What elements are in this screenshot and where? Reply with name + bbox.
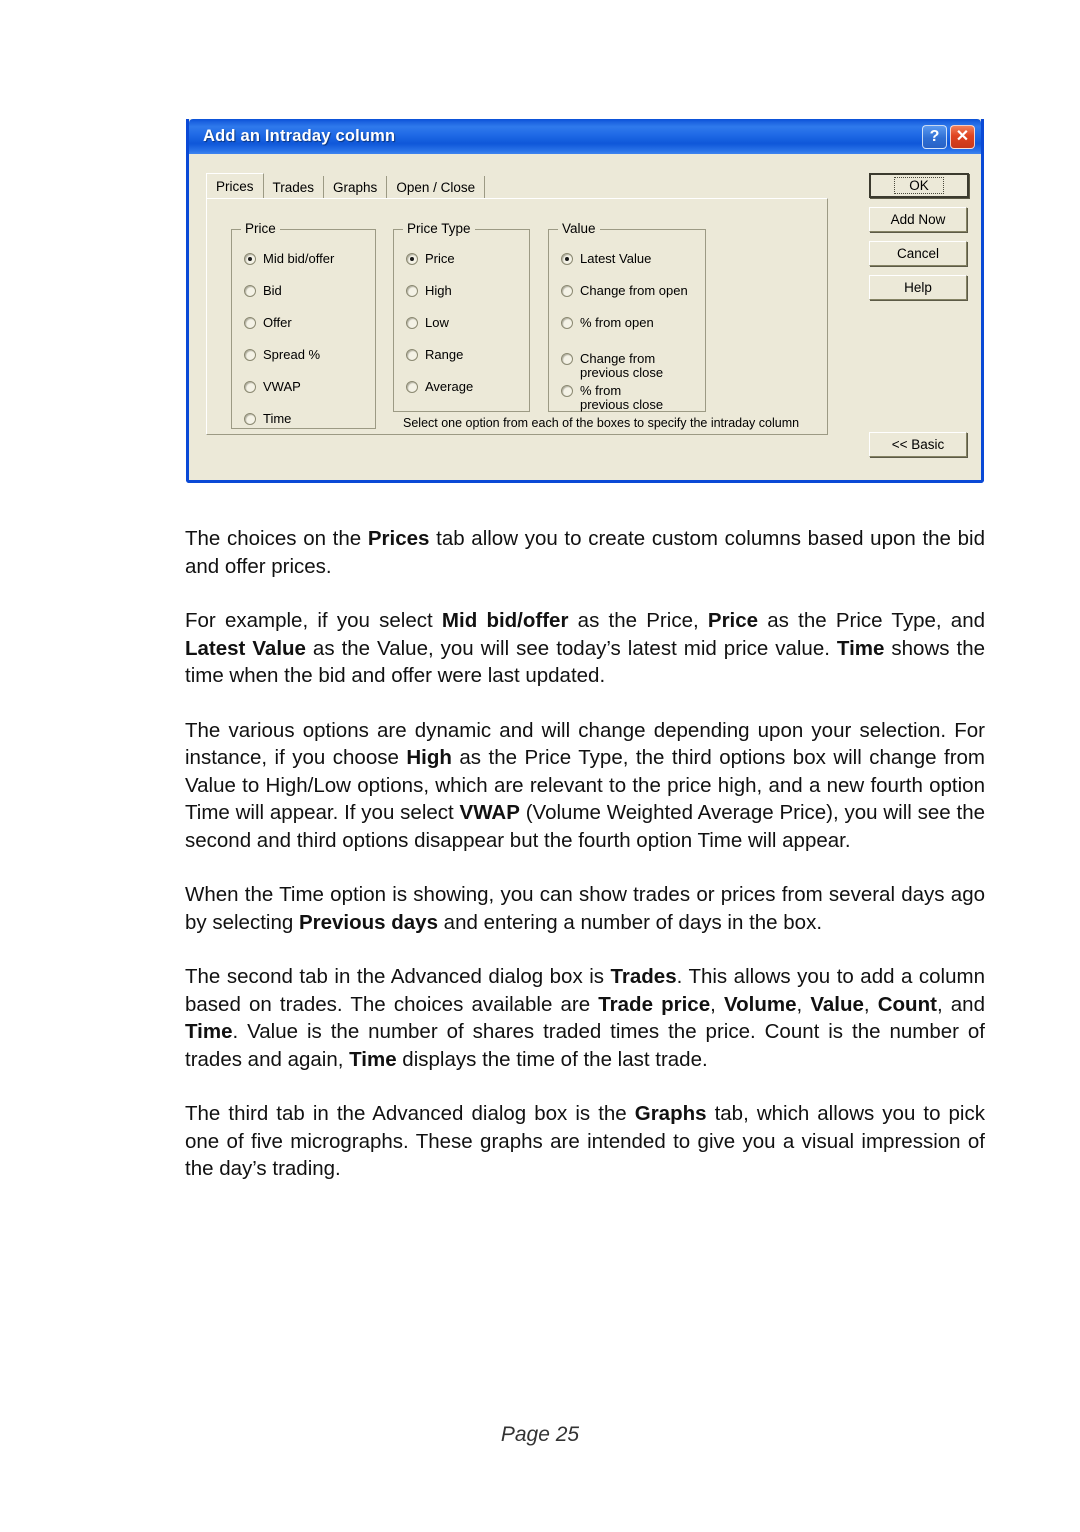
radio-label: Change from previous close xyxy=(580,352,663,380)
basic-button[interactable]: << Basic xyxy=(869,432,967,457)
close-icon[interactable]: ✕ xyxy=(950,124,975,149)
paragraph-1: The choices on the Prices tab allow you … xyxy=(185,527,985,578)
radio-label: Spread % xyxy=(263,347,321,362)
tab-prices[interactable]: Prices xyxy=(206,173,264,199)
radio-percent-from-open[interactable]: % from open xyxy=(561,316,654,330)
radio-label: Change from open xyxy=(580,283,688,298)
radio-indicator xyxy=(244,253,256,265)
radio-indicator xyxy=(406,253,418,265)
paragraph-6: The third tab in the Advanced dialog box… xyxy=(185,1102,985,1180)
radio-indicator xyxy=(561,253,573,265)
radio-label: % from previous close xyxy=(580,384,663,412)
radio-indicator xyxy=(406,349,418,361)
radio-range[interactable]: Range xyxy=(406,348,463,362)
ok-button-label: OK xyxy=(894,177,944,194)
dialog-body: Prices Trades Graphs Open / Close Price … xyxy=(189,154,981,480)
radio-indicator xyxy=(561,317,573,329)
radio-indicator xyxy=(406,381,418,393)
paragraph-5: The second tab in the Advanced dialog bo… xyxy=(185,965,985,1071)
radio-mid-bid-offer[interactable]: Mid bid/offer xyxy=(244,252,334,266)
dialog-title: Add an Intraday column xyxy=(203,127,396,145)
radio-label: High xyxy=(425,283,452,298)
titlebar-button-group: ? ✕ xyxy=(922,124,975,149)
radio-label-line-1: Change from xyxy=(580,351,656,366)
radio-change-from-previous-close[interactable]: Change from previous close xyxy=(561,352,663,380)
tab-open-close[interactable]: Open / Close xyxy=(387,176,486,199)
paragraph-2: For example, if you select Mid bid/offer… xyxy=(185,609,985,687)
radio-indicator xyxy=(244,381,256,393)
radio-indicator xyxy=(244,413,256,425)
radio-indicator xyxy=(244,317,256,329)
group-price-type-legend: Price Type xyxy=(403,221,475,236)
radio-label-line-1: % from xyxy=(580,383,622,398)
dialog-screenshot-figure: Add an Intraday column ? ✕ Prices Trades… xyxy=(186,119,984,483)
radio-bid[interactable]: Bid xyxy=(244,284,282,298)
paragraph-4: When the Time option is showing, you can… xyxy=(185,883,985,934)
radio-latest-value[interactable]: Latest Value xyxy=(561,252,651,266)
radio-low[interactable]: Low xyxy=(406,316,449,330)
radio-indicator xyxy=(561,353,573,365)
radio-indicator xyxy=(244,349,256,361)
add-intraday-column-dialog: Add an Intraday column ? ✕ Prices Trades… xyxy=(186,119,984,483)
radio-indicator xyxy=(561,385,573,397)
page-number: Page 25 xyxy=(500,1423,580,1446)
radio-label: Time xyxy=(263,411,292,426)
help-button[interactable]: Help xyxy=(869,275,967,300)
ok-button[interactable]: OK xyxy=(869,173,969,198)
radio-indicator xyxy=(406,317,418,329)
radio-high[interactable]: High xyxy=(406,284,452,298)
radio-label: Price xyxy=(425,251,455,266)
radio-average[interactable]: Average xyxy=(406,380,473,394)
radio-vwap[interactable]: VWAP xyxy=(244,380,301,394)
page-body-text: The choices on the Prices tab allow you … xyxy=(185,525,985,1183)
radio-indicator xyxy=(244,285,256,297)
radio-change-from-open[interactable]: Change from open xyxy=(561,284,688,298)
group-price-type: Price Type Price High Low Range Average xyxy=(393,221,530,412)
tab-panel-prices: Price Mid bid/offer Bid Offer Spread % V… xyxy=(206,198,828,435)
radio-label: Mid bid/offer xyxy=(263,251,335,266)
radio-label: Bid xyxy=(263,283,282,298)
radio-indicator xyxy=(406,285,418,297)
cancel-button[interactable]: Cancel xyxy=(869,241,967,266)
dialog-hint-text: Select one option from each of the boxes… xyxy=(403,416,800,430)
dialog-titlebar: Add an Intraday column ? ✕ xyxy=(189,119,981,154)
radio-label: Average xyxy=(425,379,474,394)
tab-trades[interactable]: Trades xyxy=(263,176,325,199)
add-now-button[interactable]: Add Now xyxy=(869,207,967,232)
tab-graphs[interactable]: Graphs xyxy=(324,176,388,199)
radio-price[interactable]: Price xyxy=(406,252,455,266)
radio-label-line-2: previous close xyxy=(580,365,664,380)
radio-time[interactable]: Time xyxy=(244,412,291,426)
radio-percent-from-previous-close[interactable]: % from previous close xyxy=(561,384,663,412)
help-icon[interactable]: ? xyxy=(922,124,947,149)
radio-label: Offer xyxy=(263,315,292,330)
radio-label: Latest Value xyxy=(580,251,652,266)
radio-label: Range xyxy=(425,347,464,362)
radio-offer[interactable]: Offer xyxy=(244,316,292,330)
paragraph-3: The various options are dynamic and will… xyxy=(185,718,985,852)
group-price-legend: Price xyxy=(241,221,280,236)
radio-indicator xyxy=(561,285,573,297)
radio-label: Low xyxy=(425,315,449,330)
tab-strip: Prices Trades Graphs Open / Close xyxy=(206,173,828,199)
group-value: Value Latest Value Change from open % fr… xyxy=(548,221,706,412)
radio-label: VWAP xyxy=(263,379,301,394)
group-value-legend: Value xyxy=(558,221,600,236)
radio-spread-percent[interactable]: Spread % xyxy=(244,348,320,362)
radio-label: % from open xyxy=(580,315,654,330)
radio-label-line-2: previous close xyxy=(580,397,664,412)
group-price: Price Mid bid/offer Bid Offer Spread % V… xyxy=(231,221,376,429)
